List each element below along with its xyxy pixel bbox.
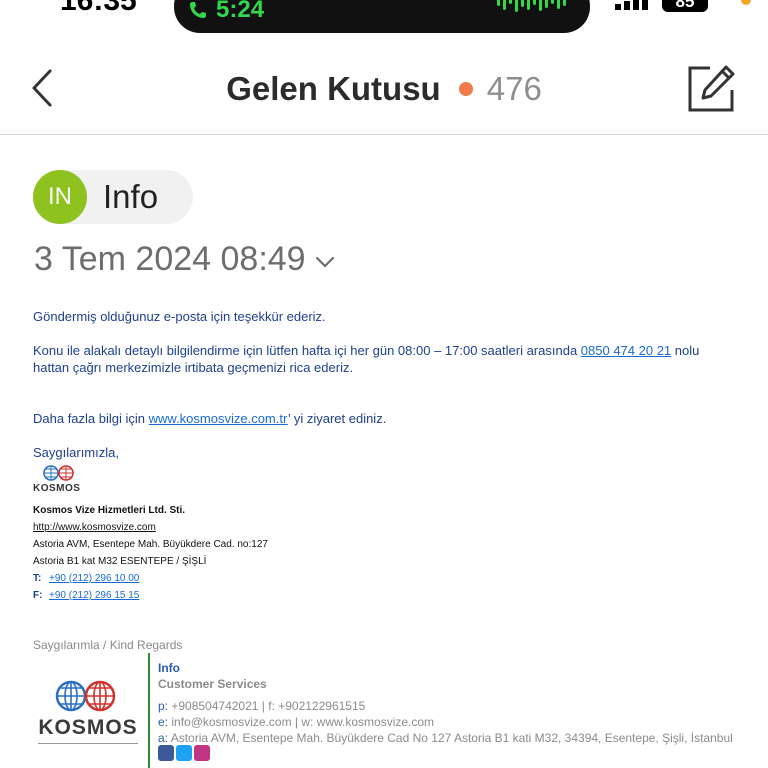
- card-phone-line: p: +908504742021 | f: +902122961515: [158, 699, 365, 713]
- date-text: 3 Tem 2024 08:49: [34, 240, 306, 278]
- phone-row: T: +90 (212) 296 10 00: [33, 573, 139, 584]
- avatar: IN: [33, 170, 87, 224]
- facebook-icon[interactable]: [158, 745, 174, 761]
- card-address-line: a: Astoria AVM, Esentepe Mah. Büyükdere …: [158, 731, 733, 745]
- globe-logo-icon: [55, 680, 116, 712]
- audio-wave-icon: [497, 0, 566, 12]
- sender-name: Info: [103, 178, 159, 215]
- card-a-value: Astoria AVM, Esentepe Mah. Büyükdere Cad…: [168, 731, 733, 745]
- website-link[interactable]: www.kosmosvize.com.tr: [149, 411, 288, 426]
- company-name: Kosmos Vize Hizmetleri Ltd. Sti.: [33, 505, 186, 516]
- social-icons: [158, 745, 210, 761]
- p3-text-a: Daha fazla bilgi için: [33, 411, 149, 426]
- unread-dot: [458, 81, 473, 96]
- call-timer: 5:24: [216, 0, 265, 23]
- logo-underline: [38, 743, 138, 744]
- address-line-2: Astoria B1 kat M32 ESENTEPE / ŞİŞLİ: [33, 556, 207, 567]
- card-email-line: e: info@kosmosvize.com | w: www.kosmosvi…: [158, 715, 434, 729]
- fax-label: F:: [33, 590, 43, 601]
- closing-text: Saygılarımızla,: [33, 445, 119, 460]
- company-url[interactable]: http://www.kosmosvize.com: [33, 522, 156, 533]
- twitter-icon[interactable]: [176, 745, 192, 761]
- battery-indicator: 85: [662, 0, 708, 12]
- p2-text-b: nolu: [671, 343, 700, 358]
- card-role: Customer Services: [158, 677, 267, 691]
- fax-number-link[interactable]: +90 (212) 296 15 15: [49, 590, 139, 601]
- unread-count: 476: [486, 70, 542, 107]
- compose-icon[interactable]: [686, 64, 736, 114]
- phone-label: T:: [33, 573, 42, 584]
- body-paragraph-1: Göndermiş olduğunuz e-posta için teşekkü…: [33, 309, 326, 324]
- kosmos-logo-small: KOSMOS: [33, 464, 93, 494]
- card-p-label: p:: [158, 699, 169, 713]
- card-e-label: e:: [158, 715, 169, 729]
- logo-small-text: KOSMOS: [33, 483, 81, 494]
- card-e-value[interactable]: info@kosmosvize.com | w: www.kosmosvize.…: [168, 715, 434, 729]
- chevron-down-icon: [315, 256, 334, 268]
- address-line-1: Astoria AVM, Esentepe Mah. Büyükdere Cad…: [33, 539, 268, 550]
- sender-chip[interactable]: IN Info: [33, 170, 193, 224]
- email-date[interactable]: 3 Tem 2024 08:49: [34, 240, 336, 279]
- call-indicator[interactable]: 5:24: [188, 0, 264, 23]
- phone-link[interactable]: 0850 474 20 21: [581, 343, 671, 358]
- body-paragraph-3: Daha fazla bilgi için www.kosmosvize.com…: [33, 410, 386, 427]
- dynamic-island[interactable]: 5:24: [174, 0, 590, 33]
- kind-regards: Saygılarımla / Kind Regards: [33, 638, 183, 652]
- privacy-dot: [741, 0, 751, 5]
- signal-icon: [615, 0, 648, 10]
- kosmos-logo-large: KOSMOS: [30, 678, 146, 748]
- card-a-label: a:: [158, 731, 169, 745]
- signature-divider: [148, 653, 150, 768]
- phone-number-link[interactable]: +90 (212) 296 10 00: [49, 573, 139, 584]
- mailbox-name: Gelen Kutusu: [226, 70, 441, 107]
- p2-text-c: hattan çağrı merkezimizle irtibata geçme…: [33, 360, 354, 375]
- inbox-title: Gelen Kutusu 476: [0, 70, 768, 108]
- instagram-icon[interactable]: [194, 745, 210, 761]
- globe-logo-icon: [43, 465, 74, 481]
- card-p-value[interactable]: +908504742021 | f: +902122961515: [168, 699, 365, 713]
- status-bar: 16:35 5:24 85: [0, 0, 768, 40]
- phone-icon: [190, 2, 206, 18]
- status-time: 16:35: [60, 0, 137, 17]
- p3-text-b: ’ yi ziyaret ediniz.: [287, 411, 387, 426]
- body-paragraph-2: Konu ile alakalı detaylı bilgilendirme i…: [33, 342, 699, 376]
- nav-bar: Gelen Kutusu 476: [0, 40, 768, 135]
- card-name: Info: [158, 661, 180, 675]
- p2-text-a: Konu ile alakalı detaylı bilgilendirme i…: [33, 343, 581, 358]
- fax-row: F: +90 (212) 296 15 15: [33, 590, 139, 601]
- logo-large-text: KOSMOS: [38, 716, 138, 739]
